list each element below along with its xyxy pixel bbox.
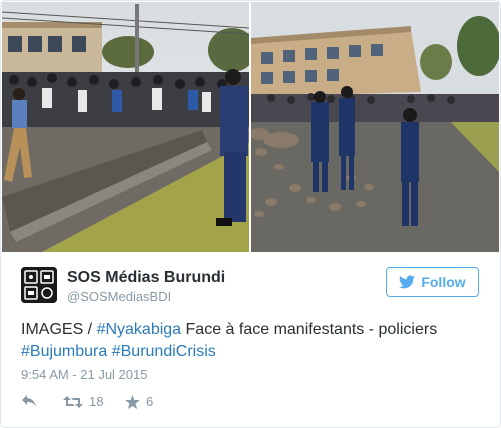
twitter-bird-icon [399, 275, 416, 289]
protesters-photo[interactable] [2, 2, 249, 252]
text-prefix: IMAGES / [21, 321, 97, 338]
author-avatar[interactable] [21, 267, 57, 303]
reply-icon [22, 395, 36, 407]
tweet-card: SOS Médias Burundi @SOSMediasBDI Follow … [0, 0, 501, 428]
follow-button[interactable]: Follow [386, 267, 479, 297]
retweet-icon [63, 395, 83, 408]
author-name[interactable]: SOS Médias Burundi [67, 269, 225, 287]
favorite-button[interactable]: 6 [125, 394, 153, 409]
reply-button[interactable] [21, 394, 37, 408]
tweet-text: IMAGES / #Nyakabiga Face à face manifest… [21, 319, 481, 363]
text-middle: Face à face manifestants - policiers [181, 321, 438, 338]
tweet-media[interactable] [2, 2, 499, 252]
retweet-button[interactable]: 18 [63, 394, 103, 409]
sos-medias-logo-icon [21, 267, 57, 303]
hashtag-nyakabiga[interactable]: #Nyakabiga [97, 321, 182, 338]
hashtag-burundicrisis[interactable]: #BurundiCrisis [112, 343, 216, 360]
favorite-count: 6 [146, 394, 154, 409]
retweet-count: 18 [89, 394, 104, 409]
tweet-actions: 18 6 [21, 394, 221, 414]
tweet-timestamp[interactable]: 9:54 AM - 21 Jul 2015 [21, 367, 147, 382]
star-icon [125, 394, 140, 409]
follow-label: Follow [421, 274, 466, 290]
author-handle[interactable]: @SOSMediasBDI [67, 289, 171, 304]
protesters-photo-image [2, 2, 249, 252]
tweet-header: SOS Médias Burundi @SOSMediasBDI Follow [21, 267, 481, 305]
hashtag-bujumbura[interactable]: #Bujumbura [21, 343, 107, 360]
police-photo[interactable] [251, 2, 499, 252]
police-photo-image [251, 2, 499, 252]
